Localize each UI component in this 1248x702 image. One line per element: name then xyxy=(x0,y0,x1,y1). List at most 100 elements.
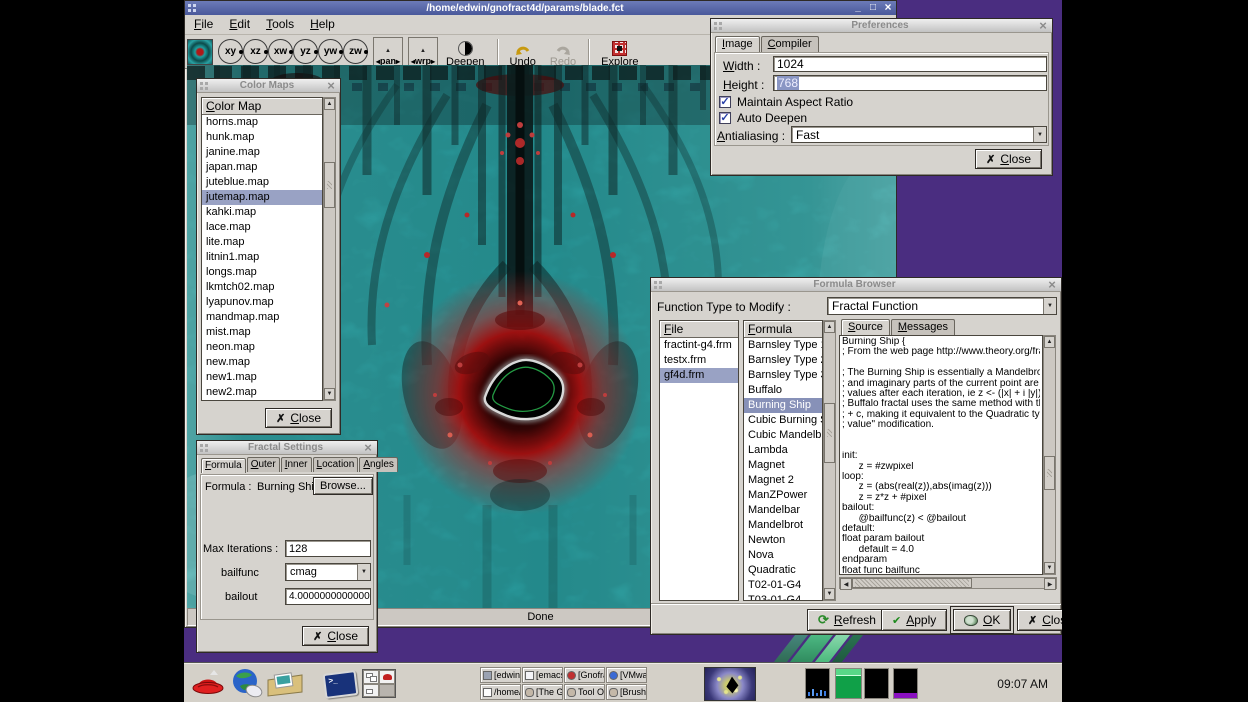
menu-item[interactable]: Help xyxy=(310,17,335,31)
ok-button[interactable]: OK xyxy=(953,609,1011,631)
window-menu-icon[interactable] xyxy=(200,444,209,452)
scroll-down-icon[interactable] xyxy=(1044,562,1055,574)
bailfunc-combo[interactable]: cmag xyxy=(285,563,371,581)
spin-up-icon[interactable] xyxy=(385,39,391,57)
color-map-item[interactable]: litnin1.map xyxy=(202,250,322,265)
color-map-item[interactable]: janine.map xyxy=(202,145,322,160)
settings-tab[interactable]: Angles xyxy=(359,457,398,472)
color-map-item[interactable]: lyapunov.map xyxy=(202,295,322,310)
file-item[interactable]: testx.frm xyxy=(660,353,738,368)
terminal-icon[interactable] xyxy=(320,670,360,699)
color-map-item[interactable]: horns.map xyxy=(202,115,322,130)
color-map-item[interactable]: jutemap.map xyxy=(202,190,322,205)
minimize-icon[interactable] xyxy=(853,2,863,14)
scroll-thumb[interactable] xyxy=(324,162,335,208)
file-item[interactable]: gf4d.frm xyxy=(660,368,738,383)
formula-item[interactable]: Magnet 2 xyxy=(744,473,822,488)
auto-deepen-checkbox[interactable] xyxy=(719,112,731,124)
warp-spinner[interactable]: wrp xyxy=(408,37,438,67)
formula-item[interactable]: Mandelbrot xyxy=(744,518,822,533)
bailout-input[interactable]: 4.00000000000000000 xyxy=(285,588,371,605)
source-messages-tab[interactable]: Messages xyxy=(891,319,955,335)
formula-item[interactable]: T03-01-G4 xyxy=(744,593,822,600)
formula-item[interactable]: Newton xyxy=(744,533,822,548)
rotation-button[interactable]: yw xyxy=(318,39,343,64)
color-map-item[interactable]: neon.map xyxy=(202,340,322,355)
settings-tab[interactable]: Inner xyxy=(281,457,312,472)
pan-spinner[interactable]: pan xyxy=(373,37,403,67)
rotation-button[interactable]: xy xyxy=(218,39,243,64)
formula-item[interactable]: Barnsley Type 3 xyxy=(744,368,822,383)
window-menu-icon[interactable] xyxy=(188,4,197,12)
chevron-down-icon[interactable] xyxy=(357,564,370,580)
function-type-combo[interactable]: Fractal Function xyxy=(827,297,1057,315)
color-map-item[interactable]: mandmap.map xyxy=(202,310,322,325)
scroll-up-icon[interactable] xyxy=(824,321,835,333)
color-map-column-header[interactable]: Color Map xyxy=(202,98,322,115)
preferences-tab[interactable]: Image xyxy=(715,36,760,53)
scroll-down-icon[interactable] xyxy=(324,388,335,400)
formula-item[interactable]: Buffalo xyxy=(744,383,822,398)
formula-item[interactable]: Magnet xyxy=(744,458,822,473)
workspace-1[interactable] xyxy=(363,670,379,684)
task-button[interactable]: [Brush Se xyxy=(606,684,647,700)
workspace-4[interactable] xyxy=(379,684,395,698)
antialiasing-combo[interactable]: Fast xyxy=(791,126,1047,143)
browse-button[interactable]: Browse... xyxy=(313,477,373,495)
rotation-button[interactable]: zw xyxy=(343,39,368,64)
rotation-button[interactable]: xw xyxy=(268,39,293,64)
task-button[interactable]: [Gnofract4 xyxy=(564,667,605,683)
width-input[interactable]: 1024 xyxy=(773,56,1047,72)
formula-item[interactable]: Cubic Burning Ship xyxy=(744,413,822,428)
close-icon[interactable] xyxy=(325,79,337,93)
chevron-down-icon[interactable] xyxy=(1043,298,1056,314)
scroll-thumb[interactable] xyxy=(1044,456,1055,490)
color-map-item[interactable]: juteblue.map xyxy=(202,175,322,190)
refresh-button[interactable]: Refresh xyxy=(807,609,887,631)
formula-browser-titlebar[interactable]: Formula Browser xyxy=(651,278,1061,292)
file-column-header[interactable]: File xyxy=(660,321,738,338)
fractal-settings-close-button[interactable]: Close xyxy=(302,626,369,646)
task-button[interactable]: Tool Optic xyxy=(564,684,605,700)
max-iterations-input[interactable]: 128 xyxy=(285,540,371,557)
source-vscrollbar[interactable] xyxy=(1043,335,1056,575)
chevron-down-icon[interactable] xyxy=(1033,127,1046,142)
close-icon[interactable] xyxy=(362,441,374,455)
window-menu-icon[interactable] xyxy=(654,281,663,289)
maintain-aspect-checkbox[interactable] xyxy=(719,96,731,108)
mail-icon[interactable] xyxy=(266,670,304,698)
apply-button[interactable]: Apply xyxy=(881,609,947,631)
color-map-item[interactable]: longs.map xyxy=(202,265,322,280)
menu-item[interactable]: Tools xyxy=(266,17,294,31)
source-hscrollbar[interactable] xyxy=(839,577,1057,589)
undo-button[interactable]: Undo xyxy=(504,36,542,68)
color-maps-titlebar[interactable]: Color Maps xyxy=(197,79,340,93)
workspace-pager[interactable] xyxy=(362,669,396,698)
formula-item[interactable]: T02-01-G4 xyxy=(744,578,822,593)
fractal-settings-titlebar[interactable]: Fractal Settings xyxy=(197,441,377,455)
color-map-item[interactable]: new2.map xyxy=(202,385,322,400)
scroll-up-icon[interactable] xyxy=(1044,336,1055,348)
color-map-item[interactable]: lkmtch02.map xyxy=(202,280,322,295)
color-map-item[interactable]: new1.map xyxy=(202,370,322,385)
formula-column-header[interactable]: Formula xyxy=(744,321,822,338)
scroll-thumb[interactable] xyxy=(852,578,972,588)
color-map-item[interactable]: lace.map xyxy=(202,220,322,235)
formula-browser-close-button[interactable]: Close xyxy=(1017,609,1062,631)
task-button[interactable]: [The GIMI xyxy=(522,684,563,700)
color-map-item[interactable]: japan.map xyxy=(202,160,322,175)
file-item[interactable]: fractint-g4.frm xyxy=(660,338,738,353)
spin-up-icon[interactable] xyxy=(420,39,426,57)
main-titlebar[interactable]: /home/edwin/gnofract4d/params/blade.fct xyxy=(185,1,896,15)
fractal-thumbnail[interactable] xyxy=(704,667,756,701)
formula-scrollbar[interactable] xyxy=(823,320,836,601)
formula-item[interactable]: Mandelbar xyxy=(744,503,822,518)
redhat-menu-icon[interactable] xyxy=(190,668,226,698)
settings-tab[interactable]: Formula xyxy=(201,458,246,473)
formula-item[interactable]: Lambda xyxy=(744,443,822,458)
task-button[interactable]: [emacs@l xyxy=(522,667,563,683)
formula-item[interactable]: Nova xyxy=(744,548,822,563)
close-icon[interactable] xyxy=(1037,19,1049,33)
color-map-item[interactable]: mist.map xyxy=(202,325,322,340)
source-code-view[interactable]: Burning Ship {; From the web page http:/… xyxy=(839,335,1043,575)
